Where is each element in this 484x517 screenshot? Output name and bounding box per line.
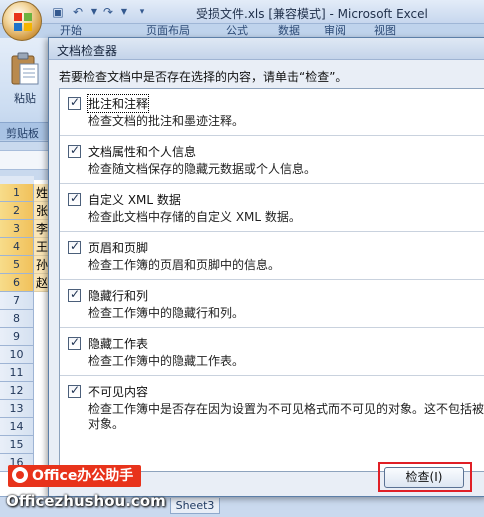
undo-icon[interactable]: ↶ (70, 4, 86, 20)
row-header[interactable]: 13 (0, 400, 34, 418)
check-icon: ✓ (70, 143, 81, 157)
invisible-content-checkbox[interactable]: ✓ (68, 383, 81, 398)
tab-view[interactable]: 视图 (374, 24, 396, 38)
divider (60, 135, 484, 136)
check-icon: ✓ (70, 335, 81, 349)
watermark-brand: Office办公助手 (8, 465, 142, 487)
dialog-instruction: 若要检查文档中是否存在选择的内容，请单击“检查”。 (59, 70, 348, 84)
option-description: 检查文档的批注和墨迹注释。 (88, 114, 245, 128)
check-icon: ✓ (70, 191, 81, 205)
ribbon-tabs: 开始 页面布局 公式 数据 审阅 视图 (0, 24, 484, 38)
row-header[interactable]: 8 (0, 310, 34, 328)
headers-footers-checkbox[interactable]: ✓ (68, 239, 81, 254)
option-description: 检查此文档中存储的自定义 XML 数据。 (88, 210, 301, 224)
divider (60, 375, 484, 376)
check-icon: ✓ (70, 239, 81, 253)
option-description: 检查工作簿中是否存在因为设置为不可见格式而不可见的对象。这不包括被其他对象 (88, 402, 484, 416)
dialog-title: 文档检查器 (57, 44, 118, 58)
comments-checkbox[interactable]: ✓ (68, 95, 81, 110)
option-title[interactable]: 批注和注释 (86, 94, 150, 113)
row-header[interactable]: 6 (0, 274, 34, 292)
option-description: 检查工作簿中的隐藏工作表。 (88, 354, 245, 368)
option-description: 检查随文档保存的隐藏元数据或个人信息。 (88, 162, 317, 176)
watermark-brand-text: Office办公助手 (32, 468, 134, 484)
office-logo-icon (14, 13, 32, 31)
check-icon: ✓ (70, 383, 81, 397)
watermark-site: Officezhushou.com (6, 492, 166, 510)
sheet-tab[interactable]: Sheet3 (170, 498, 220, 514)
option-description: 检查工作簿中的隐藏行和列。 (88, 306, 245, 320)
paste-label[interactable]: 粘贴 (14, 90, 36, 106)
tab-review[interactable]: 审阅 (324, 24, 346, 38)
row-header[interactable]: 9 (0, 328, 34, 346)
option-headers-footers[interactable]: ✓ 页眉和页脚 检查工作簿的页眉和页脚中的信息。 (60, 235, 484, 281)
row-header[interactable]: 12 (0, 382, 34, 400)
option-title[interactable]: 自定义 XML 数据 (88, 191, 181, 208)
divider (60, 327, 484, 328)
row-header[interactable]: 1 (0, 184, 34, 202)
redo-icon[interactable]: ↷ (100, 4, 116, 20)
option-title[interactable]: 隐藏行和列 (88, 287, 148, 304)
row-header[interactable]: 4 (0, 238, 34, 256)
inspection-options-list[interactable]: ✓ 批注和注释 检查文档的批注和墨迹注释。 ✓ 文档属性和个人信息 检查随文档保… (59, 88, 484, 472)
option-description-continued: 对象。 (88, 417, 125, 431)
divider (60, 183, 484, 184)
office-button[interactable] (2, 1, 42, 41)
tab-page-layout[interactable]: 页面布局 (146, 24, 190, 38)
option-comments[interactable]: ✓ 批注和注释 检查文档的批注和墨迹注释。 (60, 91, 484, 137)
row-header[interactable]: 3 (0, 220, 34, 238)
divider (60, 279, 484, 280)
row-header[interactable]: 5 (0, 256, 34, 274)
title-bar: ▣ ↶ ▼ ↷ ▼ ▾ 受损文件.xls [兼容模式] - Microsoft … (0, 0, 484, 24)
option-hidden-worksheets[interactable]: ✓ 隐藏工作表 检查工作簿中的隐藏工作表。 (60, 331, 484, 377)
option-title[interactable]: 隐藏工作表 (88, 335, 148, 352)
row-header[interactable]: 7 (0, 292, 34, 310)
save-icon[interactable]: ▣ (50, 4, 66, 20)
option-invisible-content[interactable]: ✓ 不可见内容 检查工作簿中是否存在因为设置为不可见格式而不可见的对象。这不包括… (60, 379, 484, 435)
option-description: 检查工作簿的页眉和页脚中的信息。 (88, 258, 281, 272)
row-header[interactable]: 10 (0, 346, 34, 364)
tab-home[interactable]: 开始 (60, 24, 82, 38)
row-header[interactable]: 14 (0, 418, 34, 436)
tab-formulas[interactable]: 公式 (226, 24, 248, 38)
row-header[interactable]: 2 (0, 202, 34, 220)
row-header[interactable]: 11 (0, 364, 34, 382)
option-hidden-rows-columns[interactable]: ✓ 隐藏行和列 检查工作簿中的隐藏行和列。 (60, 283, 484, 329)
option-title[interactable]: 页眉和页脚 (88, 239, 148, 256)
select-all-corner[interactable] (0, 176, 34, 184)
option-title[interactable]: 不可见内容 (88, 383, 148, 400)
customize-qat-icon[interactable]: ▾ (134, 4, 150, 20)
tab-data[interactable]: 数据 (278, 24, 300, 38)
hidden-rows-columns-checkbox[interactable]: ✓ (68, 287, 81, 302)
clipboard-group: 剪贴板 (0, 122, 48, 140)
check-icon: ✓ (70, 287, 81, 301)
option-document-properties[interactable]: ✓ 文档属性和个人信息 检查随文档保存的隐藏元数据或个人信息。 (60, 139, 484, 185)
document-inspector-dialog: 文档检查器 若要检查文档中是否存在选择的内容，请单击“检查”。 ✓ 批注和注释 … (48, 37, 484, 497)
hidden-worksheets-checkbox[interactable]: ✓ (68, 335, 81, 350)
check-icon: ✓ (70, 95, 81, 109)
office-logo-icon (12, 467, 28, 483)
divider (60, 231, 484, 232)
document-properties-checkbox[interactable]: ✓ (68, 143, 81, 158)
paste-icon[interactable] (10, 52, 40, 86)
inspect-button[interactable]: 检查(I) (384, 467, 464, 488)
row-header[interactable]: 15 (0, 436, 34, 454)
clipboard-group-label: 剪贴板 (6, 127, 39, 140)
option-title[interactable]: 文档属性和个人信息 (88, 143, 196, 160)
option-custom-xml[interactable]: ✓ 自定义 XML 数据 检查此文档中存储的自定义 XML 数据。 (60, 187, 484, 233)
custom-xml-checkbox[interactable]: ✓ (68, 191, 81, 206)
redo-dropdown-icon[interactable]: ▼ (116, 4, 132, 20)
window-title: 受损文件.xls [兼容模式] - Microsoft Excel (196, 7, 428, 21)
dialog-title-bar[interactable]: 文档检查器 (49, 38, 484, 60)
